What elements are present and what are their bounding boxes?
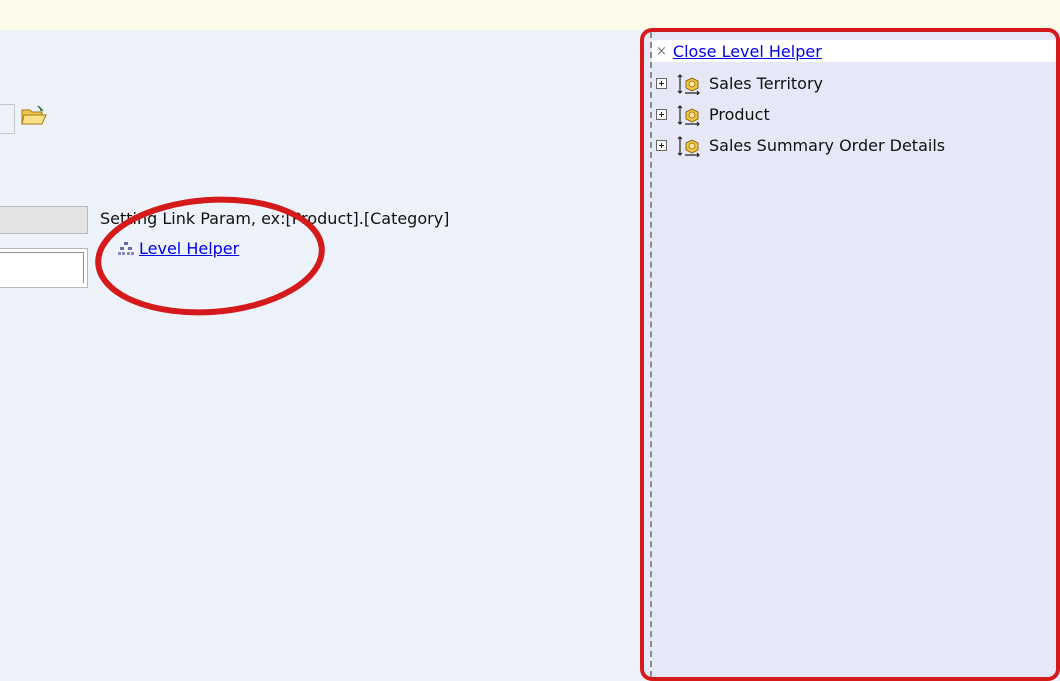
tree-item-label: Product: [709, 105, 770, 124]
tree-item-label: Sales Territory: [709, 74, 823, 93]
expand-icon[interactable]: [656, 78, 667, 89]
cube-icon: [677, 104, 700, 126]
top-bar: [0, 0, 1060, 30]
link-param-input[interactable]: [0, 248, 88, 288]
cube-icon: [677, 73, 700, 95]
link-param-input-inner: [0, 252, 84, 283]
close-icon[interactable]: ×: [656, 44, 667, 59]
cube-icon: [677, 135, 700, 157]
expand-icon[interactable]: [656, 109, 667, 120]
tree-item-product[interactable]: Product: [656, 99, 945, 130]
close-level-helper-link[interactable]: Close Level Helper: [673, 42, 822, 61]
tree-item-label: Sales Summary Order Details: [709, 136, 946, 155]
level-helper-panel-body: × Close Level Helper Sales Territory Pro…: [650, 32, 1056, 677]
path-input-edge[interactable]: [0, 104, 15, 134]
expand-icon[interactable]: [656, 140, 667, 151]
tree-item-sales-territory[interactable]: Sales Territory: [656, 68, 945, 99]
link-param-header-field: [0, 206, 88, 234]
open-folder-icon[interactable]: [20, 104, 48, 128]
level-helper-panel-header: × Close Level Helper: [652, 40, 1056, 62]
tree-item-sales-summary-order-details[interactable]: Sales Summary Order Details: [656, 130, 945, 161]
level-helper-panel: × Close Level Helper Sales Territory Pro…: [640, 28, 1060, 681]
annotation-ellipse: [95, 196, 325, 316]
cube-tree: Sales Territory Product Sales Summary Or…: [656, 68, 945, 161]
